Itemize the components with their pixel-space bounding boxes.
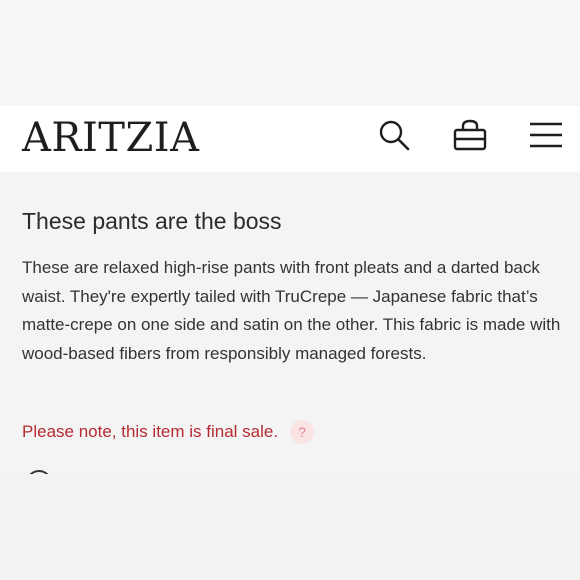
product-heading: These pants are the boss xyxy=(22,208,282,234)
final-sale-row: Please note, this item is final sale. ? xyxy=(22,418,315,446)
aritzia-logo[interactable]: ARITZIA xyxy=(22,114,199,162)
search-button[interactable] xyxy=(376,115,412,155)
help-icon[interactable]: ? xyxy=(290,420,315,444)
shopping-bag-button[interactable] xyxy=(452,115,488,155)
hamburger-menu-icon xyxy=(529,121,563,149)
product-details-section: These pants are the boss These are relax… xyxy=(0,172,580,496)
menu-button[interactable] xyxy=(528,115,564,155)
shopping-bag-icon xyxy=(452,119,488,151)
product-description: These are relaxed high-rise pants with f… xyxy=(22,258,561,363)
final-sale-note: Please note, this item is final sale. xyxy=(22,422,279,441)
page-top-area xyxy=(0,0,580,106)
search-icon xyxy=(378,119,410,151)
page-bottom-area xyxy=(0,474,580,580)
site-header: ARITZIA xyxy=(0,106,580,172)
